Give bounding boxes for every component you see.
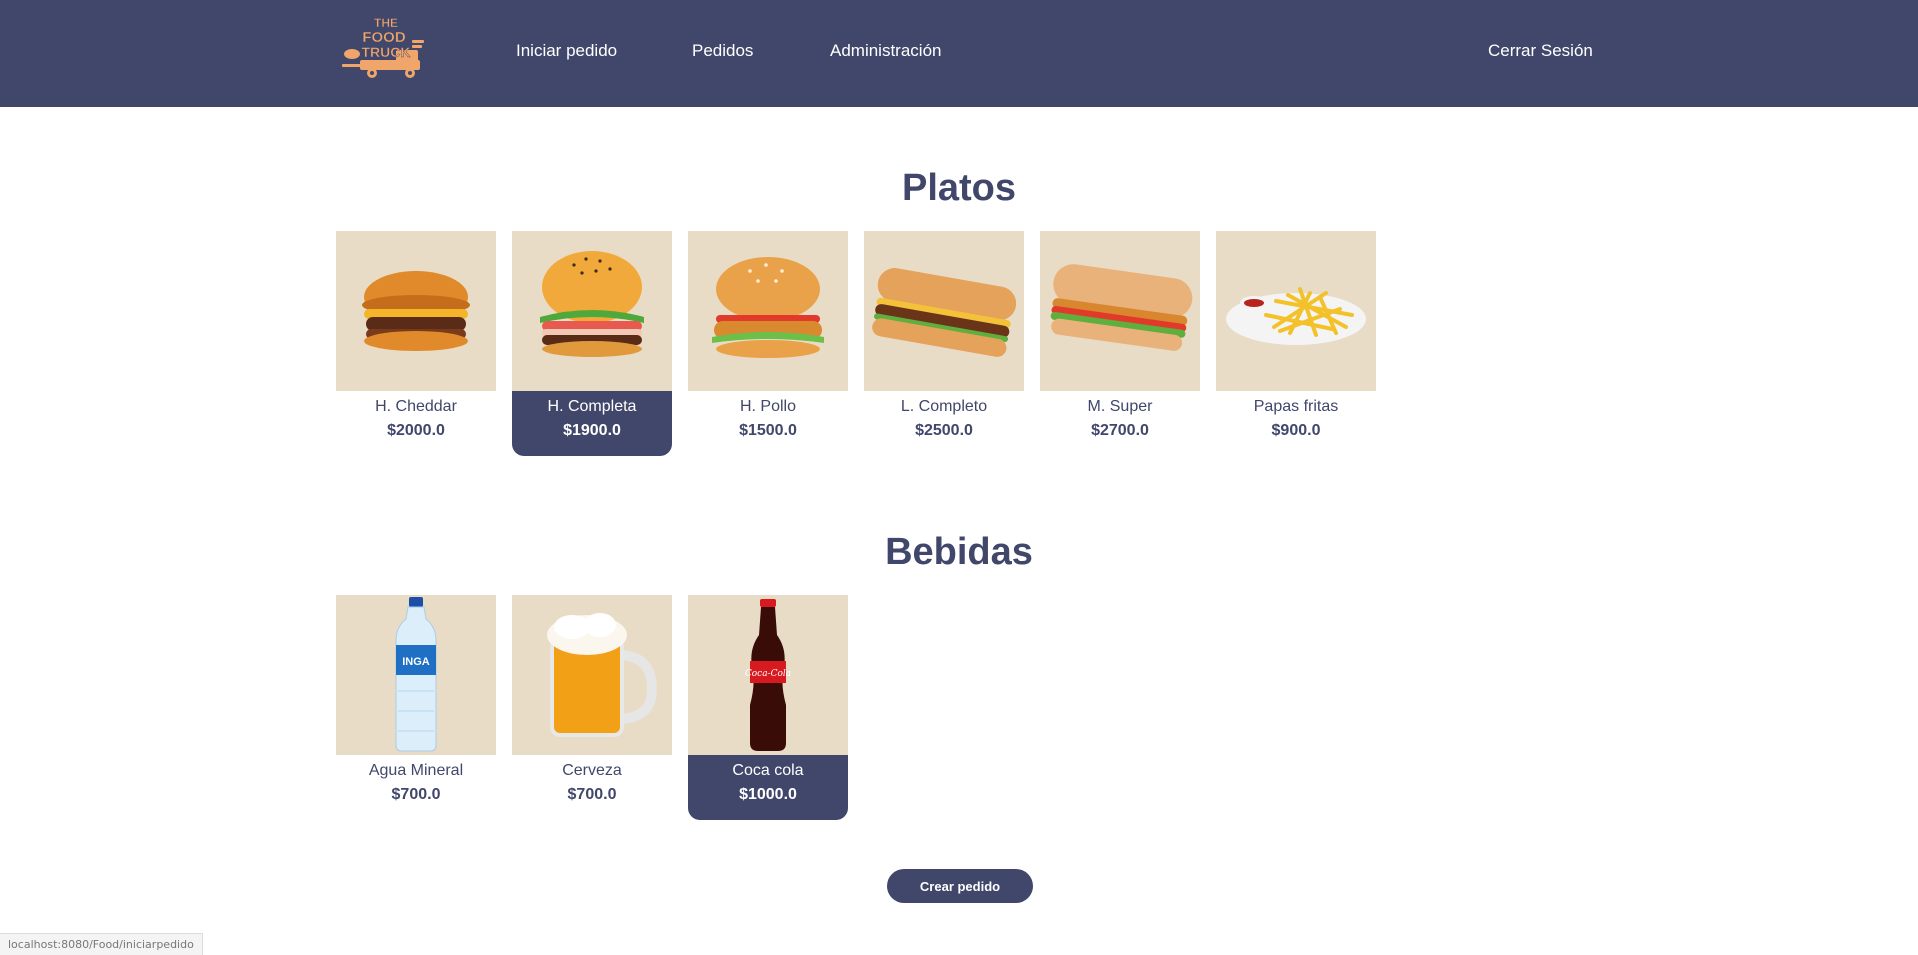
top-navbar: THE FOOD TRUCK Iniciar pedido Pedidos Ad… [0, 0, 1918, 107]
product-name: H. Cheddar [375, 398, 457, 415]
product-name: L. Completo [900, 398, 988, 415]
product-price: $700.0 [391, 786, 441, 803]
burger-completa-photo [512, 231, 672, 391]
milanesa-super-photo [1040, 231, 1200, 391]
product-name: Coca cola [732, 762, 804, 779]
lomito-completo-photo [864, 231, 1024, 391]
product-card-coca-cola[interactable]: Coca-Cola Coca cola $1000.0 [688, 595, 848, 820]
product-name: Cerveza [562, 762, 622, 779]
beer-mug-photo [512, 595, 672, 755]
water-bottle-photo: INGA [336, 595, 496, 755]
product-name: Papas fritas [1253, 398, 1339, 415]
product-card-agua-mineral[interactable]: INGA Agua Mineral $700.0 [336, 595, 496, 820]
fries-photo [1216, 231, 1376, 391]
coca-cola-bottle-photo: Coca-Cola [688, 595, 848, 755]
product-name: M. Super [1087, 398, 1153, 415]
product-card-m-super[interactable]: M. Super $2700.0 [1040, 231, 1200, 456]
nav-pedidos[interactable]: Pedidos [692, 41, 753, 61]
product-price: $1500.0 [739, 422, 797, 439]
product-card-cerveza[interactable]: Cerveza $700.0 [512, 595, 672, 820]
logout-link[interactable]: Cerrar Sesión [1488, 41, 1593, 61]
bottle-brand-label: Coca-Cola [745, 669, 791, 679]
create-order-button[interactable]: Crear pedido [887, 869, 1033, 903]
product-price: $700.0 [567, 786, 617, 803]
food-truck-logo[interactable]: THE FOOD TRUCK [338, 14, 438, 80]
product-price: $2000.0 [387, 422, 445, 439]
logo-text-truck: TRUCK [362, 44, 411, 60]
browser-status-url: localhost:8080/Food/iniciarpedido [0, 933, 203, 955]
product-name: H. Pollo [739, 398, 797, 415]
product-card-h-pollo[interactable]: H. Pollo $1500.0 [688, 231, 848, 456]
logo-text-the: THE [374, 16, 398, 30]
product-price: $1900.0 [563, 422, 621, 439]
bottle-brand-label: INGA [402, 656, 430, 668]
burger-pollo-photo [688, 231, 848, 391]
product-card-papas-fritas[interactable]: Papas fritas $900.0 [1216, 231, 1376, 456]
product-name: H. Completa [547, 398, 637, 415]
nav-administracion[interactable]: Administración [830, 41, 942, 61]
product-name: Agua Mineral [368, 762, 464, 779]
product-card-l-completo[interactable]: L. Completo $2500.0 [864, 231, 1024, 456]
product-price: $2500.0 [915, 422, 973, 439]
product-card-h-completa[interactable]: H. Completa $1900.0 [512, 231, 672, 456]
product-price: $900.0 [1271, 422, 1321, 439]
product-price: $2700.0 [1091, 422, 1149, 439]
product-card-h-cheddar[interactable]: H. Cheddar $2000.0 [336, 231, 496, 456]
product-price: $1000.0 [739, 786, 797, 803]
nav-iniciar-pedido[interactable]: Iniciar pedido [516, 41, 617, 61]
burger-cheddar-photo [336, 231, 496, 391]
section-title-bebidas: Bebidas [885, 531, 1033, 573]
section-title-platos: Platos [901, 167, 1017, 209]
